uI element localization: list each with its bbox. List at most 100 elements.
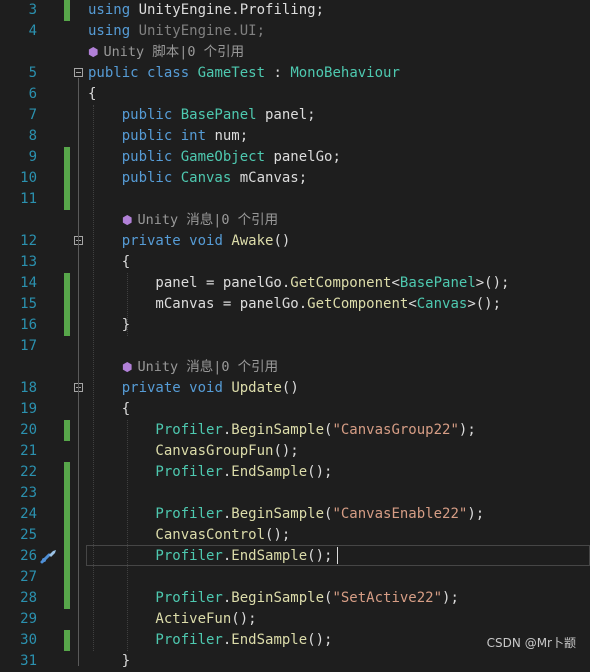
code-token: private: [88, 380, 190, 396]
quick-action-screwdriver-icon[interactable]: [38, 546, 60, 566]
line-number: 17: [20, 338, 37, 354]
code-text[interactable]: Profiler.EndSample();: [88, 630, 332, 651]
code-text[interactable]: public int num;: [88, 126, 248, 147]
code-line[interactable]: 16 }: [0, 315, 590, 336]
code-token: Profiler: [88, 632, 223, 648]
line-number: 13: [20, 254, 37, 270]
change-indicator: [64, 294, 70, 315]
code-line[interactable]: 24 Profiler.BeginSample("CanvasEnable22"…: [0, 504, 590, 525]
code-text[interactable]: public BasePanel panel;: [88, 105, 316, 126]
code-line[interactable]: 14 panel = panelGo.GetComponent<BasePane…: [0, 273, 590, 294]
code-text[interactable]: CanvasGroupFun();: [88, 441, 298, 462]
line-number: 28: [20, 590, 37, 606]
change-indicator: [64, 462, 70, 483]
change-indicator: [64, 147, 70, 168]
code-token: >();: [475, 275, 510, 291]
code-text[interactable]: private void Update(): [88, 378, 299, 399]
code-line[interactable]: 23: [0, 483, 590, 504]
code-line[interactable]: 12 private void Awake(): [0, 231, 590, 252]
code-text[interactable]: Profiler.BeginSample("CanvasGroup22");: [88, 420, 475, 441]
code-token: using: [88, 23, 139, 39]
code-text[interactable]: ActiveFun();: [88, 609, 256, 630]
line-number: 29: [20, 611, 37, 627]
code-line[interactable]: 20 Profiler.BeginSample("CanvasGroup22")…: [0, 420, 590, 441]
code-line[interactable]: 17: [0, 336, 590, 357]
code-line[interactable]: 11: [0, 189, 590, 210]
code-text[interactable]: panel = panelGo.GetComponent<BasePanel>(…: [88, 273, 509, 294]
unity-cube-icon: ⬢: [122, 360, 133, 374]
code-line[interactable]: 19 {: [0, 399, 590, 420]
code-line[interactable]: 29 ActiveFun();: [0, 609, 590, 630]
code-text[interactable]: }: [88, 315, 130, 336]
line-number: 23: [20, 485, 37, 501]
code-token: BasePanel: [180, 107, 257, 123]
code-line[interactable]: 22 Profiler.EndSample();: [0, 462, 590, 483]
indent-guide: [127, 420, 128, 651]
codelens-hint[interactable]: ⬢ Unity 消息|0 个引用: [0, 357, 590, 378]
code-line[interactable]: 3 using UnityEngine.Profiling;: [0, 0, 590, 21]
codelens-text[interactable]: Unity 脚本|0 个引用: [103, 44, 244, 60]
fold-range-line: [78, 246, 79, 330]
change-indicator: [64, 525, 70, 546]
code-line[interactable]: 5 public class GameTest : MonoBehaviour: [0, 63, 590, 84]
line-number: 8: [28, 128, 37, 144]
codelens-text[interactable]: Unity 消息|0 个引用: [137, 359, 278, 375]
line-number: 24: [20, 506, 37, 522]
code-token: UnityEngine.UI;: [138, 23, 266, 39]
codelens-text[interactable]: Unity 消息|0 个引用: [137, 212, 278, 228]
code-line[interactable]: 7 public BasePanel panel;: [0, 105, 590, 126]
code-line[interactable]: 4 using UnityEngine.UI;: [0, 21, 590, 42]
code-token: (): [281, 380, 299, 396]
code-text[interactable]: using UnityEngine.Profiling;: [88, 0, 324, 21]
code-text[interactable]: using UnityEngine.UI;: [88, 21, 265, 42]
code-token: GameTest: [197, 65, 266, 81]
code-line[interactable]: 8 public int num;: [0, 126, 590, 147]
code-token: ();: [265, 527, 291, 543]
codelens-hint[interactable]: ⬢ Unity 消息|0 个引用: [0, 210, 590, 231]
code-line[interactable]: 31 }: [0, 651, 590, 672]
code-text[interactable]: private void Awake(): [88, 231, 291, 252]
unity-cube-icon: ⬢: [88, 45, 99, 59]
code-token: public: [88, 128, 181, 144]
code-text[interactable]: mCanvas = panelGo.GetComponent<Canvas>()…: [88, 294, 501, 315]
code-line[interactable]: 10 public Canvas mCanvas;: [0, 168, 590, 189]
code-token: BeginSample: [231, 590, 325, 606]
change-indicator: [64, 546, 70, 567]
code-token: panel = panelGo.: [88, 275, 291, 291]
change-indicator: [64, 567, 70, 588]
change-indicator: [64, 420, 70, 441]
code-line[interactable]: 28 Profiler.BeginSample("SetActive22");: [0, 588, 590, 609]
line-number: 30: [20, 632, 37, 648]
code-text[interactable]: {: [88, 84, 96, 105]
code-token: "CanvasGroup22": [332, 422, 459, 438]
change-indicator: [64, 273, 70, 294]
code-token: mCanvas = panelGo.: [88, 296, 308, 312]
code-token: <: [408, 296, 417, 312]
code-line[interactable]: 15 mCanvas = panelGo.GetComponent<Canvas…: [0, 294, 590, 315]
code-line[interactable]: 6{: [0, 84, 590, 105]
code-line[interactable]: 25 CanvasControl();: [0, 525, 590, 546]
code-line[interactable]: 21 CanvasGroupFun();: [0, 441, 590, 462]
code-text[interactable]: Profiler.BeginSample("SetActive22");: [88, 588, 458, 609]
line-number: 4: [28, 23, 37, 39]
code-line[interactable]: 27: [0, 567, 590, 588]
code-token: Profiler: [88, 506, 223, 522]
code-text[interactable]: public GameObject panelGo;: [88, 147, 341, 168]
code-text[interactable]: }: [88, 651, 130, 672]
code-text[interactable]: public class GameTest : MonoBehaviour: [88, 63, 400, 84]
code-text[interactable]: CanvasControl();: [88, 525, 290, 546]
code-text[interactable]: {: [88, 399, 130, 420]
code-editor[interactable]: 3 using UnityEngine.Profiling; 4 using Unit…: [0, 0, 590, 669]
code-line[interactable]: 13 {: [0, 252, 590, 273]
line-number: 5: [28, 65, 37, 81]
code-token: private: [88, 233, 190, 249]
code-line[interactable]: 9 public GameObject panelGo;: [0, 147, 590, 168]
code-token: "SetActive22": [332, 590, 443, 606]
code-text[interactable]: {: [88, 252, 130, 273]
code-text[interactable]: Profiler.BeginSample("CanvasEnable22");: [88, 504, 484, 525]
code-text[interactable]: Profiler.EndSample();: [88, 462, 332, 483]
codelens-hint[interactable]: ⬢ Unity 脚本|0 个引用: [0, 42, 590, 63]
code-line[interactable]: 18 private void Update(): [0, 378, 590, 399]
code-text[interactable]: public Canvas mCanvas;: [88, 168, 307, 189]
collapse-toggle-icon[interactable]: [74, 68, 83, 77]
